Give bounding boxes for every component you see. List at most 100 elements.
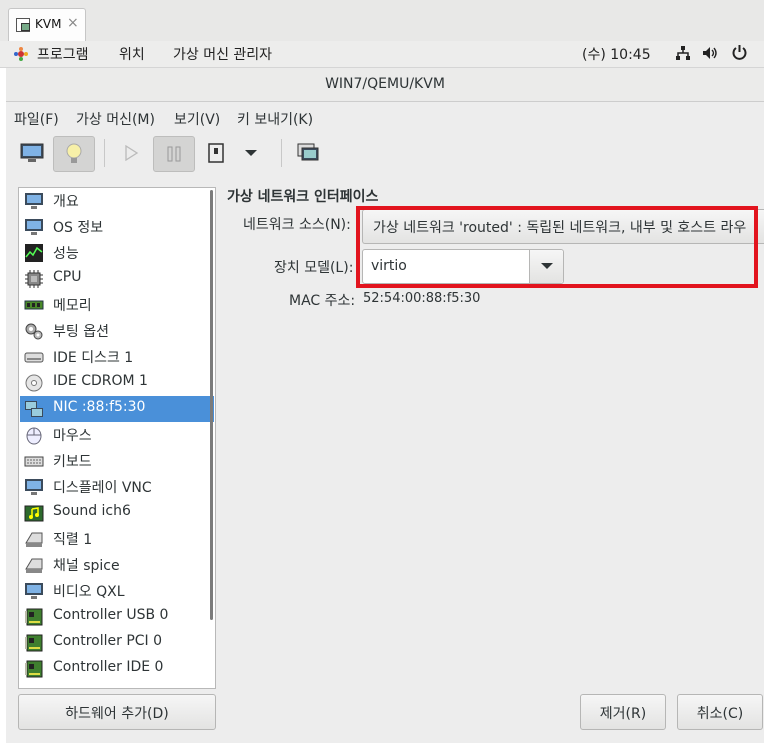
device-list-item-label: 부팅 옵션 <box>53 324 109 340</box>
performance-icon <box>25 244 43 262</box>
menu-view[interactable]: 보기(V) <box>174 109 220 129</box>
device-list-item-label: 디스플레이 VNC <box>53 480 152 496</box>
details-lightbulb-icon <box>66 143 82 163</box>
shutdown-icon <box>208 143 224 163</box>
volume-icon[interactable] <box>702 45 718 61</box>
run-icon <box>125 145 139 161</box>
device-list-item[interactable]: 직렬 1 <box>20 526 214 552</box>
monitor-icon <box>25 479 43 495</box>
channel-icon <box>25 558 43 573</box>
browser-tab-strip: KVM × <box>0 0 764 42</box>
device-list[interactable]: 개요 OS 정보성능 CPU 메모리부팅 옵션 IDE 디스크 1 IDE CDROM 1… <box>18 187 216 689</box>
shutdown-menu-icon <box>245 150 257 156</box>
serial-icon <box>25 532 43 547</box>
disk-icon <box>24 352 44 363</box>
device-list-item-label: 성능 <box>53 246 79 262</box>
device-list-item[interactable]: OS 정보 <box>20 214 214 240</box>
device-list-item[interactable]: CPU <box>20 266 214 292</box>
network-status-icon[interactable] <box>675 45 691 61</box>
panel-menu-places[interactable]: 위치 <box>119 44 145 64</box>
device-list-item[interactable]: 성능 <box>20 240 214 266</box>
toolbar <box>6 133 764 173</box>
device-list-item-label: Sound ich6 <box>53 503 131 519</box>
device-list-item[interactable]: 부팅 옵션 <box>20 318 214 344</box>
device-list-item-label: 메모리 <box>53 298 92 314</box>
power-icon[interactable] <box>731 44 748 61</box>
mouse-icon <box>26 427 42 445</box>
snapshots-button[interactable] <box>288 136 328 170</box>
controller-card-icon <box>25 660 43 678</box>
remove-label: 제거(R) <box>599 706 647 722</box>
device-list-item[interactable]: Controller PCI 0 <box>20 630 214 656</box>
window-titlebar: WIN7/QEMU/KVM <box>6 68 764 102</box>
device-list-item[interactable]: 메모리 <box>20 292 214 318</box>
device-list-item-label: IDE 디스크 1 <box>53 350 134 366</box>
console-button[interactable] <box>12 136 52 170</box>
panel-clock[interactable]: (수) 10:45 <box>582 44 651 64</box>
sound-icon <box>24 505 44 522</box>
device-list-item[interactable]: 개요 <box>20 188 214 214</box>
device-list-item-label: 직렬 1 <box>53 532 93 548</box>
menu-vm[interactable]: 가상 머신(M) <box>76 109 155 129</box>
controller-card-icon <box>25 608 43 626</box>
device-list-item-label: IDE CDROM 1 <box>53 373 148 389</box>
device-list-item[interactable]: NIC :88:f5:30 <box>20 396 214 422</box>
device-list-item[interactable]: 비디오 QXL <box>20 578 214 604</box>
nic-heading: 가상 네트워크 인터페이스 <box>227 189 379 205</box>
run-button[interactable] <box>110 136 150 170</box>
device-list-item-label: Controller PCI 0 <box>53 633 163 649</box>
keyboard-icon <box>24 456 44 467</box>
network-icon <box>25 401 43 417</box>
tab-close-icon[interactable]: × <box>67 15 79 31</box>
network-source-label: 네트워크 소스(N): <box>243 217 351 233</box>
shutdown-button[interactable] <box>196 136 236 170</box>
device-list-item[interactable]: Controller IDE 0 <box>20 656 214 682</box>
device-list-item-label: CPU <box>53 269 82 285</box>
monitor-icon <box>25 219 43 235</box>
mac-value: 52:54:00:88:f5:30 <box>363 291 481 306</box>
pause-icon <box>167 146 181 162</box>
device-list-item-label: 채널 spice <box>53 558 120 574</box>
panel-menu-vmm[interactable]: 가상 머신 관리자 <box>173 44 272 64</box>
controller-card-icon <box>25 634 43 652</box>
top-panel: 프로그램 위치 가상 머신 관리자 (수) 10:45 <box>0 41 764 68</box>
device-list-item[interactable]: Sound ich6 <box>20 500 214 526</box>
device-list-item-label: 마우스 <box>53 428 92 444</box>
device-list-item[interactable]: 키보드 <box>20 448 214 474</box>
device-list-item-label: Controller IDE 0 <box>53 659 164 675</box>
device-list-item-label: NIC :88:f5:30 <box>53 399 146 415</box>
device-list-item[interactable]: 마우스 <box>20 422 214 448</box>
pause-button[interactable] <box>153 136 195 172</box>
device-list-item-label: OS 정보 <box>53 220 104 236</box>
device-list-item[interactable]: IDE 디스크 1 <box>20 344 214 370</box>
device-list-item[interactable]: 디스플레이 VNC <box>20 474 214 500</box>
cancel-button[interactable]: 취소(C) <box>677 694 763 730</box>
device-list-item[interactable]: Controller USB 0 <box>20 604 214 630</box>
window-title: WIN7/QEMU/KVM <box>325 76 445 92</box>
cpu-icon <box>25 270 43 288</box>
remove-button[interactable]: 제거(R) <box>580 694 666 730</box>
app-window-icon <box>16 18 30 32</box>
device-list-item[interactable]: IDE CDROM 1 <box>20 370 214 396</box>
menu-file[interactable]: 파일(F) <box>14 109 59 129</box>
device-list-item[interactable]: 채널 spice <box>20 552 214 578</box>
details-button[interactable] <box>53 136 95 172</box>
cdrom-icon <box>25 374 43 392</box>
device-list-item-label: Controller USB 0 <box>53 607 169 623</box>
mac-label: MAC 주소: <box>289 293 356 309</box>
device-list-item-label: 비디오 QXL <box>53 584 125 600</box>
menu-send-key[interactable]: 키 보내기(K) <box>237 109 313 129</box>
browser-tab[interactable]: KVM × <box>8 8 86 41</box>
panel-menu-programs[interactable]: 프로그램 <box>37 44 89 64</box>
device-list-scrollbar[interactable] <box>210 190 213 620</box>
cancel-label: 취소(C) <box>696 706 744 722</box>
device-model-label: 장치 모델(L): <box>274 260 354 276</box>
highlight-annotation <box>356 206 758 288</box>
shutdown-menu-button[interactable] <box>236 136 266 170</box>
add-hardware-button[interactable]: 하드웨어 추가(D) <box>18 694 216 730</box>
memory-icon <box>24 300 44 310</box>
add-hardware-label: 하드웨어 추가(D) <box>65 706 169 722</box>
monitor-icon <box>25 583 43 599</box>
device-list-item-label: 개요 <box>53 194 79 210</box>
gears-icon <box>25 323 43 340</box>
